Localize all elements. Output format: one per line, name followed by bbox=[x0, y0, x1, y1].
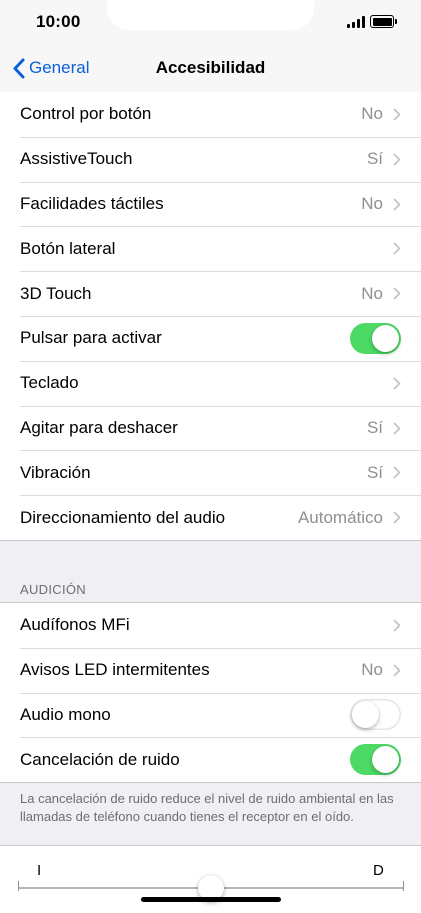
settings-row-label: Audífonos MFi bbox=[20, 615, 130, 635]
battery-icon bbox=[370, 15, 397, 28]
settings-row-label: Cancelación de ruido bbox=[20, 749, 180, 769]
settings-row-value: No bbox=[361, 193, 383, 213]
hearing-settings-list: Audífonos MFi Avisos LED intermitentes No A… bbox=[0, 602, 421, 784]
settings-row-value: No bbox=[361, 104, 383, 124]
audio-balance-panel: I D bbox=[0, 845, 421, 913]
chevron-right-icon bbox=[393, 287, 401, 300]
navigation-bar: General Accesibilidad bbox=[0, 44, 421, 93]
settings-row-boton-lateral[interactable]: Botón lateral bbox=[0, 226, 421, 271]
page-title: Accesibilidad bbox=[155, 58, 266, 77]
settings-row-value: Sí bbox=[366, 462, 383, 482]
balance-left-label: I bbox=[37, 862, 42, 879]
device-notch bbox=[107, 0, 314, 30]
settings-row-teclado[interactable]: Teclado bbox=[0, 360, 421, 406]
settings-row-control-por-boton[interactable]: Control por botón No bbox=[0, 92, 421, 137]
slider-tick-right bbox=[403, 881, 404, 891]
toggle-knob bbox=[352, 701, 379, 729]
settings-row-label: Agitar para deshacer bbox=[20, 417, 178, 437]
settings-row-audifonos-mfi[interactable]: Audífonos MFi bbox=[0, 603, 421, 648]
chevron-right-icon bbox=[393, 466, 401, 479]
audio-mono-toggle[interactable] bbox=[350, 699, 401, 731]
chevron-right-icon bbox=[393, 153, 401, 166]
chevron-right-icon bbox=[393, 422, 401, 434]
settings-row-assistivetouch[interactable]: AssistiveTouch Sí bbox=[0, 136, 421, 182]
settings-row-label: Pulsar para activar bbox=[20, 328, 162, 348]
toggle-knob bbox=[372, 324, 399, 352]
status-time: 10:00 bbox=[36, 12, 81, 31]
settings-row-label: Botón lateral bbox=[20, 238, 116, 258]
settings-row-3d-touch[interactable]: 3D Touch No bbox=[0, 271, 421, 316]
chevron-right-icon bbox=[393, 619, 401, 632]
accessibility-settings-list: Control por botón No AssistiveTouch Sí Facil… bbox=[0, 92, 421, 541]
cellular-signal-icon bbox=[347, 16, 365, 28]
settings-row-label: Audio mono bbox=[20, 704, 111, 724]
settings-row-value: Automático bbox=[297, 507, 383, 527]
settings-row-label: Facilidades táctiles bbox=[20, 193, 164, 213]
settings-row-vibracion[interactable]: Vibración Sí bbox=[0, 450, 421, 495]
settings-row-label: Teclado bbox=[20, 373, 79, 393]
settings-row-avisos-led-intermitentes[interactable]: Avisos LED intermitentes No bbox=[0, 647, 421, 693]
settings-row-label: Control por botón bbox=[20, 104, 152, 124]
noise-cancellation-footnote: La cancelación de ruido reduce el nivel … bbox=[20, 791, 394, 824]
chevron-right-icon bbox=[393, 664, 401, 677]
settings-row-direccionamiento-del-audio[interactable]: Direccionamiento del audio Automático bbox=[0, 495, 421, 540]
settings-row-cancelacion-de-ruido: Cancelación de ruido bbox=[0, 737, 421, 782]
settings-row-label: 3D Touch bbox=[20, 283, 92, 303]
chevron-right-icon bbox=[393, 511, 401, 524]
settings-row-label: Vibración bbox=[20, 462, 91, 482]
settings-row-pulsar-para-activar: Pulsar para activar bbox=[0, 315, 421, 361]
settings-row-agitar-para-deshacer[interactable]: Agitar para deshacer Sí bbox=[0, 405, 421, 451]
chevron-right-icon bbox=[393, 198, 401, 210]
balance-right-label: D bbox=[373, 862, 384, 879]
settings-row-value: No bbox=[361, 283, 383, 303]
home-indicator bbox=[141, 897, 281, 902]
settings-row-audio-mono: Audio mono bbox=[0, 692, 421, 738]
slider-tick-left bbox=[18, 881, 19, 891]
chevron-right-icon bbox=[393, 242, 401, 255]
toggle-knob bbox=[372, 746, 399, 774]
pulsar-para-activar-toggle[interactable] bbox=[350, 322, 401, 354]
status-bar: 10:00 bbox=[0, 0, 421, 44]
chevron-right-icon bbox=[393, 377, 401, 390]
cancelacion-de-ruido-toggle[interactable] bbox=[350, 744, 401, 776]
settings-row-value: Sí bbox=[366, 149, 383, 169]
settings-row-label: Direccionamiento del audio bbox=[20, 507, 226, 527]
section-header-hearing: AUDICIÓN bbox=[20, 582, 86, 597]
settings-row-facilidades-tactiles[interactable]: Facilidades táctiles No bbox=[0, 181, 421, 227]
settings-row-label: Avisos LED intermitentes bbox=[20, 660, 210, 680]
settings-row-value: No bbox=[361, 660, 383, 680]
settings-row-value: Sí bbox=[366, 417, 383, 437]
chevron-right-icon bbox=[393, 108, 401, 121]
settings-row-label: AssistiveTouch bbox=[20, 149, 133, 169]
